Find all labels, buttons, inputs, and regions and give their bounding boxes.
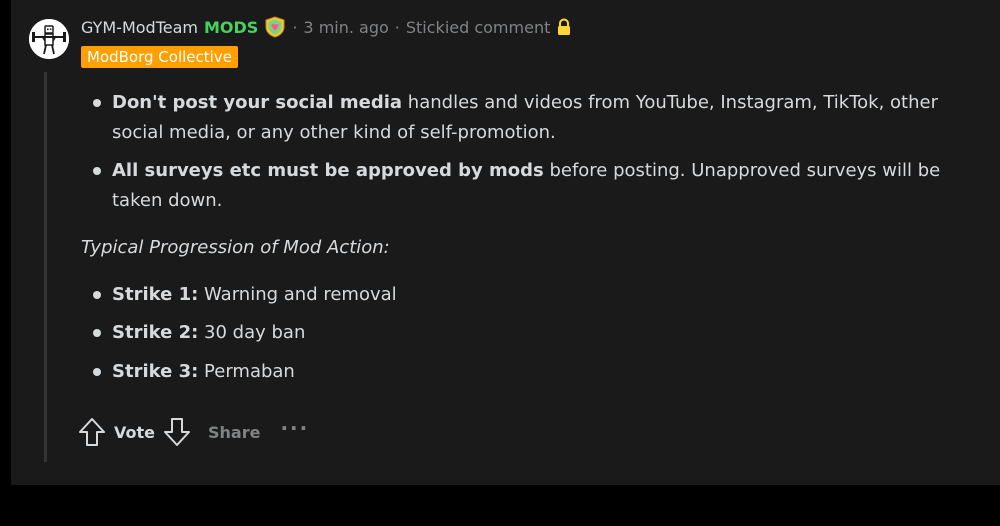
strike-bold: Strike 3: — [112, 360, 199, 382]
rule-bold: Don't post your social media — [112, 92, 403, 113]
strike-bold: Strike 1: — [112, 283, 199, 305]
strikes-list: Strike 1: Warning and removal Strike 2: … — [81, 280, 976, 387]
mods-tag: MODS — [204, 17, 259, 37]
upvote-button[interactable] — [78, 416, 106, 448]
progression-title: Typical Progression of Mod Action: — [81, 237, 390, 258]
comment-actions: Vote Share ··· — [78, 416, 309, 448]
thread-line[interactable] — [44, 72, 47, 462]
list-item: Strike 3: Permaban — [93, 357, 976, 387]
downvote-button[interactable] — [163, 416, 191, 448]
upvote-icon — [79, 418, 105, 446]
separator: · — [394, 17, 400, 37]
list-item: All surveys etc must be approved by mods… — [93, 156, 976, 215]
lock-icon — [556, 18, 572, 36]
rules-list: Don't post your social media handles and… — [81, 88, 976, 215]
share-button[interactable]: Share — [208, 423, 260, 442]
avatar-robot-icon — [29, 19, 69, 59]
avatar[interactable] — [29, 19, 69, 59]
comment-body: Don't post your social media handles and… — [81, 88, 976, 395]
strike-bold: Strike 2: — [112, 322, 199, 343]
vote-label: Vote — [114, 422, 155, 442]
strike-text: Permaban — [198, 360, 295, 382]
strike-text: Warning and removal — [198, 283, 397, 305]
list-item: Don't post your social media handles and… — [93, 88, 976, 147]
list-item: Strike 2: 30 day ban — [93, 318, 976, 348]
author-name[interactable]: GYM-ModTeam — [81, 18, 198, 37]
stickied-label: Stickied comment — [405, 17, 551, 37]
comment-header: GYM-ModTeam MODS · 3 min. ago · Stickied… — [81, 14, 572, 40]
more-icon[interactable]: ··· — [280, 416, 309, 440]
strike-text: 30 day ban — [198, 322, 306, 343]
timestamp[interactable]: 3 min. ago — [303, 18, 388, 37]
separator: · — [292, 17, 298, 37]
mod-shield-icon — [264, 16, 286, 38]
rule-bold: All surveys etc must be approved by mods — [112, 160, 544, 181]
user-flair: ModBorg Collective — [81, 46, 238, 68]
list-item: Strike 1: Warning and removal — [93, 280, 976, 310]
downvote-icon — [164, 418, 190, 446]
